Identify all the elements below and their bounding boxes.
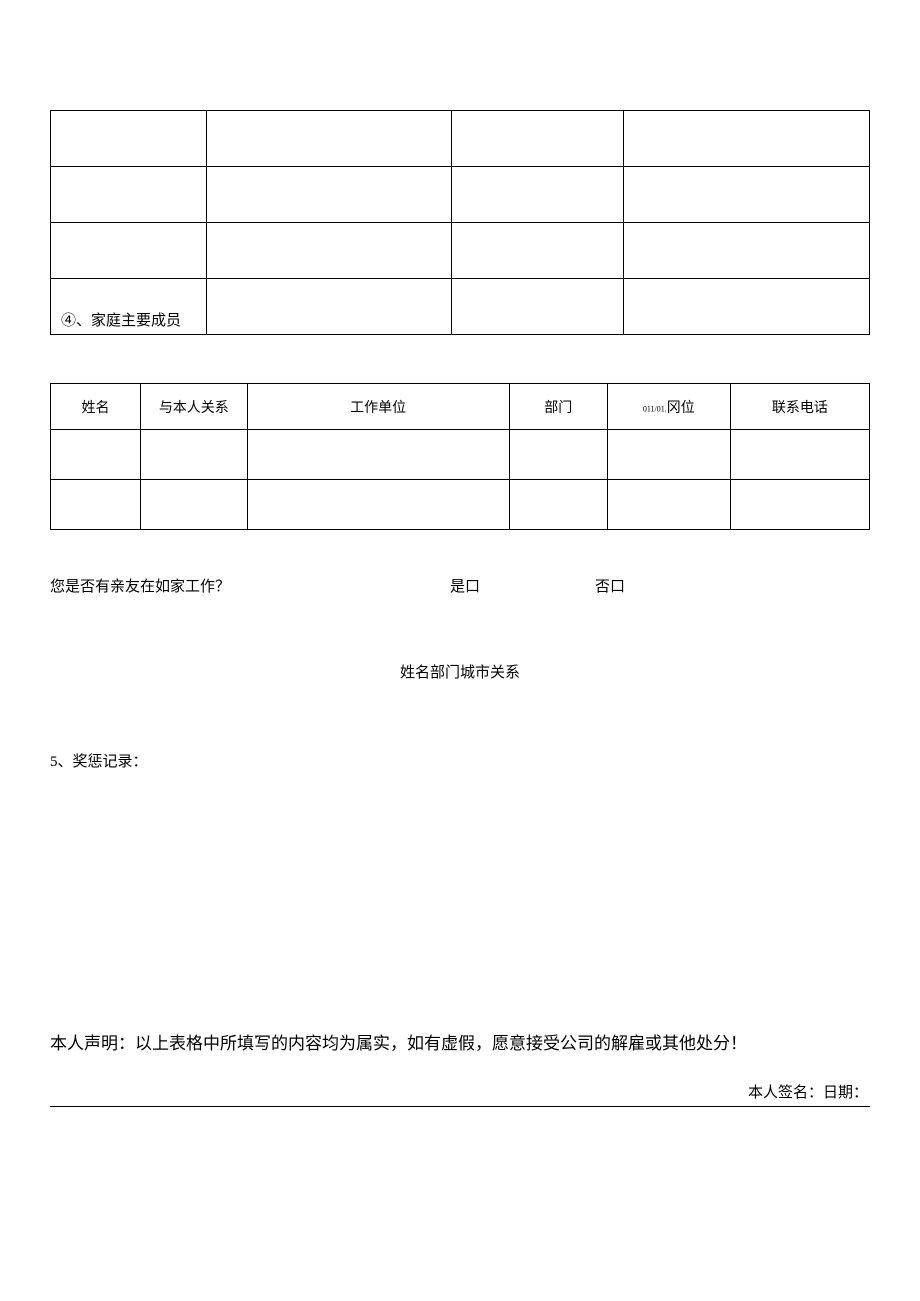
header-department: 部门 (509, 384, 607, 430)
header-name: 姓名 (51, 384, 141, 430)
upper-table: ④、家庭主要成员 (50, 110, 870, 335)
cell[interactable] (509, 480, 607, 530)
header-workplace: 工作单位 (247, 384, 509, 430)
family-members-table: 姓名 与本人关系 工作单位 部门 011/01.冈位 联系电话 (50, 383, 870, 530)
cell[interactable] (452, 279, 624, 335)
relation-info-label: 姓名部门城市关系 (50, 661, 870, 682)
cell[interactable] (730, 480, 869, 530)
cell[interactable] (624, 111, 870, 167)
header-relation: 与本人关系 (141, 384, 247, 430)
cell[interactable] (452, 223, 624, 279)
table-row: ④、家庭主要成员 (51, 279, 870, 335)
no-checkbox-label[interactable]: 否口 (595, 575, 625, 596)
cell[interactable] (452, 167, 624, 223)
signature-line: 本人签名：日期： (50, 1085, 870, 1107)
cell[interactable] (730, 430, 869, 480)
table-row (51, 430, 870, 480)
cell[interactable] (51, 167, 207, 223)
section-5-label: 5、奖惩记录： (50, 750, 870, 771)
yes-checkbox-label[interactable]: 是口 (450, 575, 595, 596)
cell[interactable] (51, 111, 207, 167)
cell[interactable] (607, 480, 730, 530)
cell[interactable] (624, 279, 870, 335)
cell[interactable] (141, 480, 247, 530)
relatives-question-text: 您是否有亲友在如家工作？ (50, 575, 450, 596)
cell[interactable] (51, 480, 141, 530)
cell[interactable] (141, 430, 247, 480)
header-phone: 联系电话 (730, 384, 869, 430)
cell[interactable] (452, 111, 624, 167)
signature-labels: 本人签名：日期： (748, 1081, 868, 1102)
cell[interactable] (247, 430, 509, 480)
table-row (51, 480, 870, 530)
cell[interactable] (206, 167, 452, 223)
cell[interactable] (509, 430, 607, 480)
cell[interactable] (624, 167, 870, 223)
signature-name-label: 本人签名： (748, 1085, 823, 1101)
cell[interactable] (206, 279, 452, 335)
cell[interactable] (51, 223, 207, 279)
cell[interactable] (624, 223, 870, 279)
position-text: 冈位 (667, 401, 695, 416)
table-header-row: 姓名 与本人关系 工作单位 部门 011/01.冈位 联系电话 (51, 384, 870, 430)
section-4-label: ④、家庭主要成员 (51, 279, 207, 335)
position-prefix: 011/01. (643, 404, 667, 413)
cell[interactable] (51, 430, 141, 480)
declaration-text: 本人声明：以上表格中所填写的内容均为属实，如有虚假，愿意接受公司的解雇或其他处分… (50, 1031, 870, 1057)
cell[interactable] (247, 480, 509, 530)
cell[interactable] (206, 223, 452, 279)
table-row (51, 167, 870, 223)
signature-date-label: 日期： (823, 1085, 868, 1101)
table-row (51, 111, 870, 167)
cell[interactable] (607, 430, 730, 480)
cell[interactable] (206, 111, 452, 167)
header-position: 011/01.冈位 (607, 384, 730, 430)
table-row (51, 223, 870, 279)
relatives-question-row: 您是否有亲友在如家工作？ 是口 否口 (50, 575, 870, 596)
